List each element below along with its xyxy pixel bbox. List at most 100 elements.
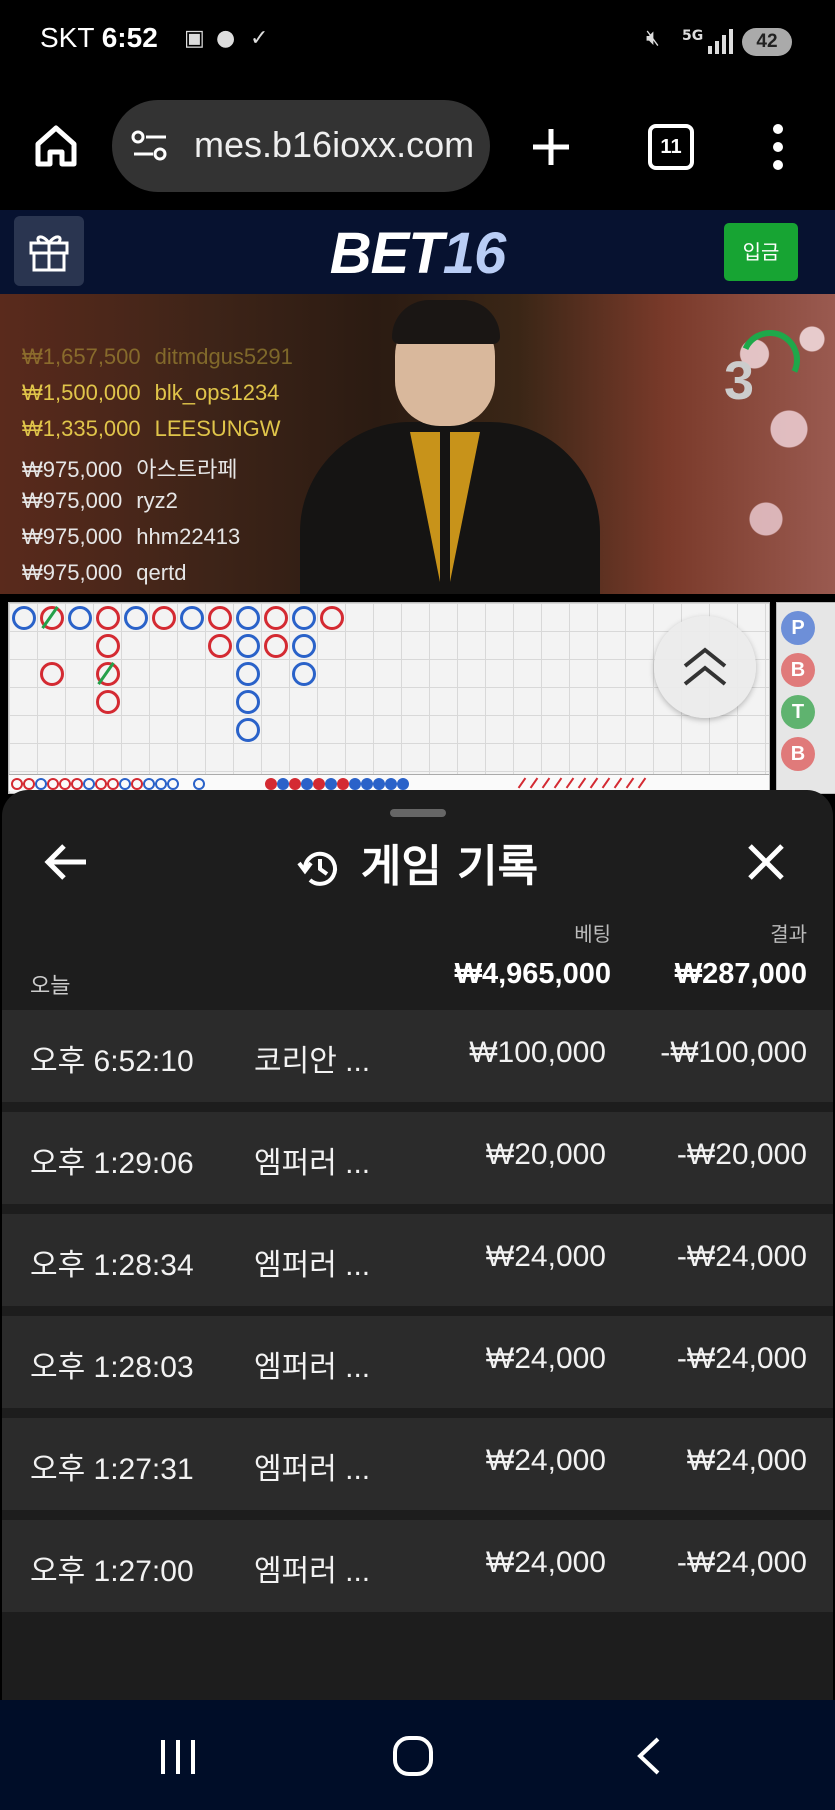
row-time: 오후 1:27:00 (30, 1555, 194, 1588)
row-game: 코리안 ... (254, 1045, 371, 1078)
sheet-drag-handle[interactable] (390, 809, 446, 817)
winner-entry: ₩975,000 아스트라페 (22, 452, 293, 488)
url-text[interactable]: mes.b16ioxx.com (194, 124, 474, 166)
roadmap-mark (292, 634, 316, 658)
row-game: 엠퍼러 ... (254, 1453, 371, 1486)
roadmap-mark (208, 606, 232, 630)
scroll-up-button[interactable] (654, 616, 756, 718)
tabs-icon[interactable]: 11 (648, 124, 694, 170)
nav-home-icon[interactable] (392, 1735, 434, 1777)
baccarat-roadmap[interactable] (8, 602, 770, 794)
more-vert-icon[interactable] (769, 122, 787, 172)
site-header: BET16 입금 (0, 210, 835, 294)
battery-indicator: 42 (742, 28, 792, 56)
carrier-label: SKT (40, 22, 94, 53)
roadmap-mark (236, 606, 260, 630)
roadmap-mark (236, 690, 260, 714)
prediction-chip[interactable]: B (781, 737, 815, 771)
row-game: 엠퍼러 ... (254, 1555, 371, 1588)
history-row[interactable]: 오후 1:27:00 엠퍼러 ... ₩24,000 -₩24,000 (2, 1520, 833, 1612)
column-header-bet: 베팅 (574, 922, 611, 946)
roadmap-mark (12, 606, 36, 630)
winner-entry: ₩1,657,500 ditmdgus5291 (22, 344, 293, 380)
roadmap-mark (264, 634, 288, 658)
history-row[interactable]: 오후 1:27:31 엠퍼러 ... ₩24,000 ₩24,000 (2, 1418, 833, 1510)
roadmap-mark (208, 634, 232, 658)
history-row[interactable]: 오후 6:52:10 코리안 ... ₩100,000 -₩100,000 (2, 1010, 833, 1102)
browser-toolbar: mes.b16ioxx.com 11 (0, 86, 835, 210)
system-nav-bar (0, 1700, 835, 1810)
live-video[interactable]: ₩1,657,500 ditmdgus5291 ₩1,500,000 blk_ops1… (0, 294, 835, 594)
roadmap-mark (292, 606, 316, 630)
clock: 6:52 (101, 22, 158, 53)
roadmap-mark (320, 606, 344, 630)
winner-amount: ₩975,000 (22, 488, 123, 513)
winner-username: blk_ops1234 (154, 380, 280, 405)
winner-amount: ₩975,000 (22, 560, 123, 585)
row-result: -₩24,000 (676, 1546, 807, 1579)
sheet-header: 게임 기록 (2, 830, 833, 894)
double-chevron-up-icon (683, 647, 727, 686)
close-icon (748, 844, 784, 880)
close-button[interactable] (736, 834, 796, 890)
history-row[interactable]: 오후 1:28:34 엠퍼러 ... ₩24,000 -₩24,000 (2, 1214, 833, 1306)
row-bet: ₩24,000 (485, 1240, 606, 1273)
row-result: -₩20,000 (676, 1138, 807, 1171)
row-bet: ₩24,000 (485, 1444, 606, 1477)
winners-list: ₩1,657,500 ditmdgus5291 ₩1,500,000 blk_ops1… (22, 344, 293, 594)
row-bet: ₩20,000 (485, 1138, 606, 1171)
roadmap-mark (152, 606, 176, 630)
dealer-lapel-left (350, 432, 440, 582)
total-bet: ₩4,965,000 (454, 958, 611, 990)
prediction-chip[interactable]: P (781, 611, 815, 645)
data-saver-icon: ✓ (250, 26, 269, 51)
row-bet: ₩24,000 (485, 1546, 606, 1579)
status-time: SKT 6:52 (40, 22, 158, 54)
deposit-button[interactable]: 입금 (724, 223, 798, 281)
prediction-chip[interactable]: B (781, 653, 815, 687)
row-time: 오후 6:52:10 (30, 1045, 194, 1078)
site-logo[interactable]: BET16 (0, 220, 835, 287)
row-time: 오후 1:28:34 (30, 1249, 194, 1282)
roadmap-mark (236, 634, 260, 658)
row-game: 엠퍼러 ... (254, 1351, 371, 1384)
plus-icon[interactable] (530, 126, 572, 168)
winner-username: ditmdgus5291 (154, 344, 293, 369)
winner-amount: ₩1,657,500 (22, 344, 141, 369)
roadmap-mark (292, 662, 316, 686)
site-settings-icon[interactable] (130, 128, 170, 164)
mute-icon: 🔇︎ (646, 26, 660, 51)
row-result: ₩24,000 (686, 1444, 807, 1477)
prediction-chips: PBTB (776, 602, 835, 794)
roadmap-mark (96, 606, 120, 630)
winner-username: hhm22413 (136, 524, 241, 549)
row-time: 오후 1:27:31 (30, 1453, 194, 1486)
recents-icon[interactable] (158, 1738, 198, 1776)
winner-username: LEESUNGW (154, 416, 281, 441)
game-history-sheet: 게임 기록 베팅 결과 오늘 ₩4,965,000 ₩287,000 오후 6:… (2, 790, 833, 1700)
prediction-chip[interactable]: T (781, 695, 815, 729)
winner-entry: ₩975,000 ryz2 (22, 488, 293, 524)
row-result: -₩24,000 (676, 1240, 807, 1273)
address-bar[interactable]: mes.b16ioxx.com (112, 100, 490, 192)
roadmap-mark (236, 718, 260, 742)
winner-amount: ₩1,500,000 (22, 380, 141, 405)
roadmap-mark (180, 606, 204, 630)
nav-back-icon[interactable] (634, 1736, 664, 1776)
row-bet: ₩24,000 (485, 1342, 606, 1375)
winner-username: 아스트라페 (136, 457, 238, 482)
derived-roads (9, 774, 769, 791)
winner-entry: ₩1,335,000 LEESUNGW (22, 416, 293, 452)
history-row[interactable]: 오후 1:28:03 엠퍼러 ... ₩24,000 -₩24,000 (2, 1316, 833, 1408)
history-row[interactable]: 오후 1:29:06 엠퍼러 ... ₩20,000 -₩20,000 (2, 1112, 833, 1204)
roadmap-mark (124, 606, 148, 630)
screenshot-icon: ▣ (184, 26, 205, 51)
sheet-title: 게임 기록 (360, 841, 539, 892)
winner-amount: ₩1,335,000 (22, 416, 141, 441)
home-icon[interactable] (32, 122, 80, 170)
roadmap-mark (40, 662, 64, 686)
dealer-hair (392, 300, 500, 344)
row-game: 엠퍼러 ... (254, 1249, 371, 1282)
total-result: ₩287,000 (674, 958, 807, 990)
network-5g-icon: 5G (682, 28, 704, 44)
